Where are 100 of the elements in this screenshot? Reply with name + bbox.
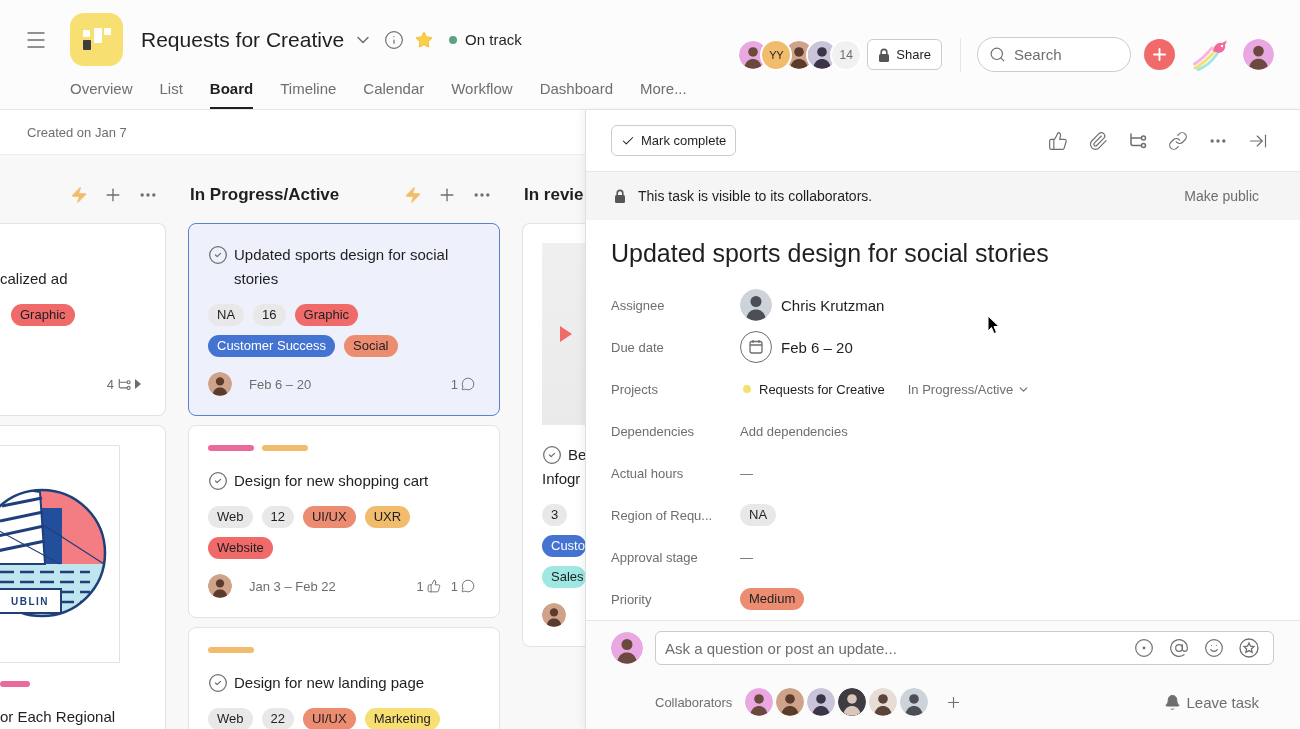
tag: 22 <box>261 708 294 729</box>
star-circle-icon[interactable] <box>1239 638 1259 658</box>
tag: Web <box>208 506 253 528</box>
tag[interactable]: Medium <box>740 588 805 610</box>
subtask-count: 4 <box>106 376 114 392</box>
tag: 16 <box>253 304 286 326</box>
created-date-text: Created on Jan 7 <box>27 124 127 140</box>
field-label: Priority <box>611 591 653 607</box>
due-date[interactable]: Feb 6 – 20 <box>781 338 853 356</box>
initials-avatar: YY <box>762 40 791 69</box>
link-icon[interactable] <box>1168 130 1188 151</box>
status-text[interactable]: On track <box>465 31 522 48</box>
tag: UI/UX <box>302 506 356 528</box>
card-title: Design for new shopping cart <box>234 471 429 491</box>
project-name[interactable]: Requests for Creative <box>759 381 885 397</box>
tag: Website <box>208 537 273 559</box>
tab[interactable]: Dashboard <box>539 79 613 109</box>
tag[interactable]: NA <box>740 504 777 526</box>
card-date: Jan 3 – Feb 22 <box>249 578 336 594</box>
column-title: In Progress/Active <box>190 185 340 205</box>
tab[interactable]: List <box>159 79 183 109</box>
card-title: calized ad <box>0 269 68 289</box>
card-title: Design for new landing page <box>234 673 425 693</box>
add-button[interactable] <box>1144 39 1175 70</box>
avatar-icon <box>611 632 643 664</box>
task-title[interactable]: Updated sports design for social stories <box>611 234 1274 272</box>
avatar-icon <box>900 688 929 716</box>
section-dropdown[interactable]: In Progress/Active <box>907 381 1031 397</box>
star-icon[interactable] <box>415 30 434 49</box>
comment-count: 1 <box>450 376 458 392</box>
field-label: Approval stage <box>611 549 699 565</box>
privacy-text: This task is visible to its collaborators. <box>638 188 873 204</box>
share-button[interactable]: Share <box>867 39 942 70</box>
assignee-name[interactable]: Chris Krutzman <box>781 296 885 314</box>
member-count[interactable]: 14 <box>832 40 861 69</box>
add-dependencies-link[interactable]: Add dependencies <box>740 423 848 439</box>
card-title: Updated sports design for social stories <box>234 245 450 289</box>
card-title: or Each Regional <box>0 707 116 727</box>
task-card[interactable]: calized ad Graphic 4 <box>0 223 166 416</box>
tag: Web <box>208 708 253 729</box>
project-icon <box>70 13 123 66</box>
thumbs-up-icon[interactable] <box>1048 130 1068 151</box>
mention-icon[interactable] <box>1169 638 1189 658</box>
tag: 12 <box>261 506 294 528</box>
avatar-icon <box>542 603 566 627</box>
field-value[interactable]: — <box>740 465 753 481</box>
tag: Custo <box>542 535 585 557</box>
check-circle-icon[interactable] <box>208 471 228 491</box>
task-card[interactable]: Design for new shopping cart Web 12 UI/UX UXR Website Jan 3 – Feb 22 1 1 <box>188 425 500 618</box>
bird-icon[interactable] <box>1193 38 1229 71</box>
pointer-icon <box>987 315 1000 335</box>
tab[interactable]: Calendar <box>363 79 425 109</box>
card-date: Feb 6 – 20 <box>249 376 312 392</box>
comment-icon <box>461 579 475 593</box>
tag: Marketing <box>364 708 440 729</box>
field-label: Dependencies <box>611 423 696 439</box>
task-card[interactable]: Be Infogr 3 Custo Sales <box>522 223 585 647</box>
record-icon[interactable] <box>1134 638 1154 658</box>
avatar-icon <box>208 372 232 396</box>
column-title: In revie <box>524 185 584 205</box>
thumbs-up-icon <box>426 579 441 593</box>
emoji-icon[interactable] <box>1204 638 1224 658</box>
plus-icon <box>1150 45 1169 64</box>
field-label: Assignee <box>611 297 666 313</box>
leave-task-button[interactable]: Leave task <box>1164 693 1259 711</box>
avatar-icon <box>1243 39 1274 70</box>
paperclip-icon[interactable] <box>1088 130 1108 151</box>
check-circle-icon[interactable] <box>208 673 228 693</box>
tag: 3 <box>542 504 568 526</box>
tag: Customer Success <box>208 335 336 357</box>
play-icon <box>560 326 572 342</box>
check-circle-icon[interactable] <box>542 445 562 465</box>
tag: Graphic <box>294 304 359 326</box>
mark-complete-button[interactable]: Mark complete <box>611 125 737 156</box>
calendar-icon[interactable] <box>740 331 772 363</box>
tab[interactable]: Overview <box>70 79 133 109</box>
search-field[interactable]: Search <box>977 37 1131 72</box>
tag: Sales <box>542 566 585 588</box>
comment-field[interactable]: Ask a question or post an update... <box>655 631 1274 665</box>
card-title: Be <box>568 445 585 465</box>
comment-icon <box>461 377 475 391</box>
caret-icon[interactable] <box>135 379 141 389</box>
field-label: Projects <box>611 381 659 397</box>
task-card[interactable]: Updated sports design for social stories NA 16 Graphic Customer Success Social Feb 6 – 20 1 <box>188 223 500 416</box>
tab[interactable]: More... <box>640 79 687 109</box>
collaborators-label: Collaborators <box>655 694 733 710</box>
tab[interactable]: Workflow <box>451 79 513 109</box>
avatar-icon <box>807 688 836 716</box>
task-card[interactable]: UBLIN or Each Regional <box>0 425 166 729</box>
task-card[interactable]: Design for new landing page Web 22 UI/UX Marketing <box>188 627 500 729</box>
field-value[interactable]: — <box>740 549 753 565</box>
avatar-icon <box>208 574 232 598</box>
avatar-icon <box>838 688 867 716</box>
make-public-button[interactable]: Make public <box>1184 188 1259 204</box>
bell-icon <box>1164 693 1182 711</box>
tab[interactable]: Timeline <box>280 79 337 109</box>
info-icon[interactable] <box>384 29 405 50</box>
tag: UXR <box>364 506 411 528</box>
check-circle-icon[interactable] <box>208 245 228 265</box>
search-icon <box>989 46 1006 63</box>
